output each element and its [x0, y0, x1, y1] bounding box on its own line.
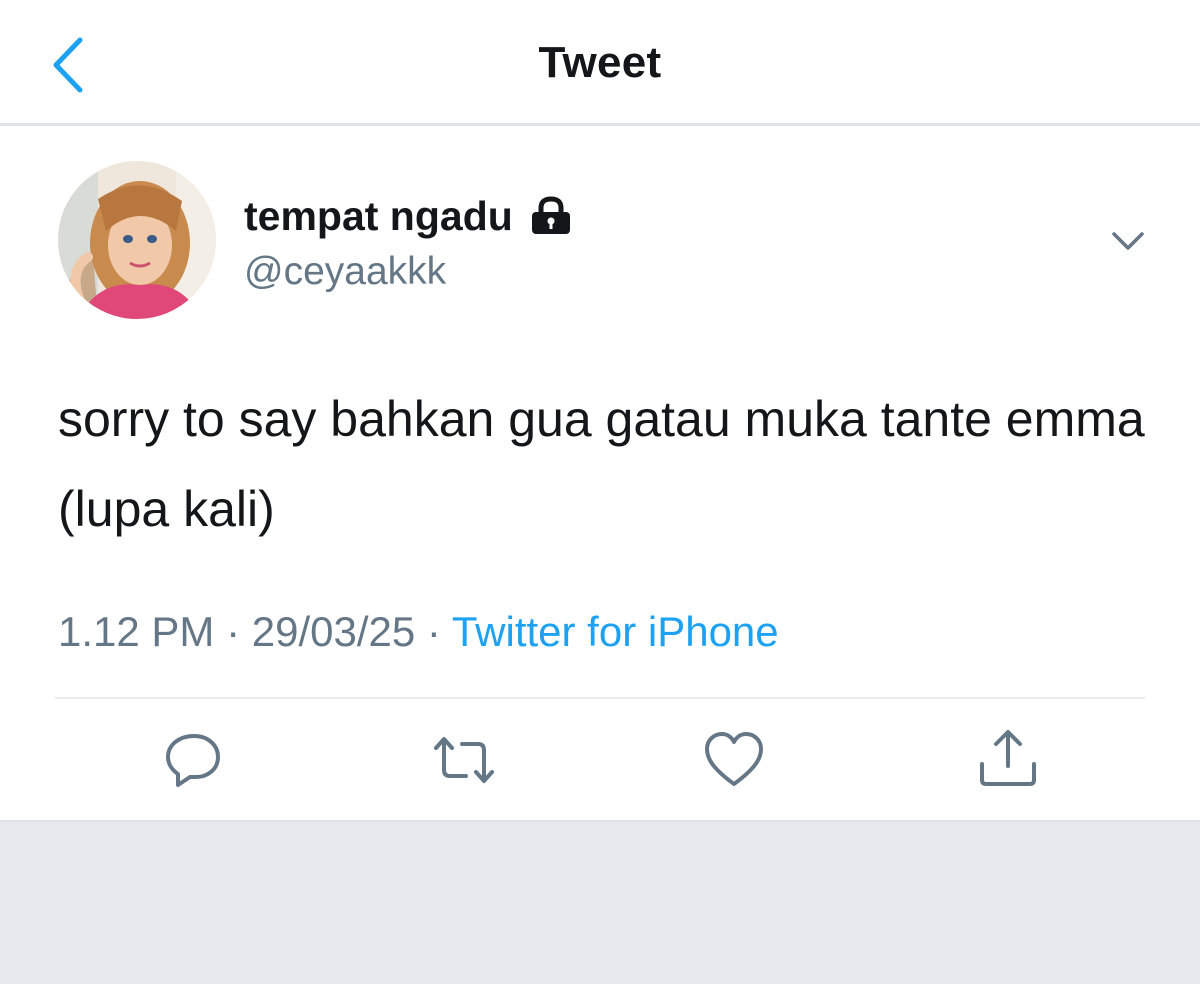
- reply-icon: [166, 734, 220, 787]
- lock-icon: [529, 196, 573, 236]
- chevron-down-icon: [1112, 232, 1144, 250]
- tweet-source-link[interactable]: Twitter for iPhone: [452, 608, 779, 655]
- tweet-text: sorry to say bahkan gua gatau muka tante…: [58, 391, 1145, 537]
- reply-button[interactable]: [162, 728, 226, 792]
- meta-separator: ·: [415, 608, 452, 655]
- retweet-icon: [434, 737, 494, 783]
- divider: [55, 697, 1145, 699]
- nav-bar: Tweet: [0, 0, 1200, 126]
- heart-icon: [705, 732, 763, 786]
- tweet-meta: 1.12 PM · 29/03/25 · Twitter for iPhone: [58, 608, 779, 656]
- display-name[interactable]: tempat ngadu: [244, 193, 513, 240]
- more-options-button[interactable]: [1108, 226, 1148, 256]
- meta-separator: ·: [214, 608, 252, 655]
- share-icon: [980, 730, 1036, 786]
- share-button[interactable]: [976, 728, 1040, 792]
- retweet-button[interactable]: [432, 728, 496, 792]
- tweet-time: 1.12 PM: [58, 608, 215, 655]
- avatar[interactable]: [58, 161, 216, 319]
- page-title: Tweet: [538, 38, 662, 87]
- tweet-date: 29/03/25: [251, 608, 416, 655]
- author-name-row[interactable]: tempat ngadu: [244, 192, 573, 240]
- footer-area: [0, 820, 1200, 984]
- like-button[interactable]: [702, 728, 766, 792]
- username[interactable]: @ceyaakkk: [244, 250, 446, 294]
